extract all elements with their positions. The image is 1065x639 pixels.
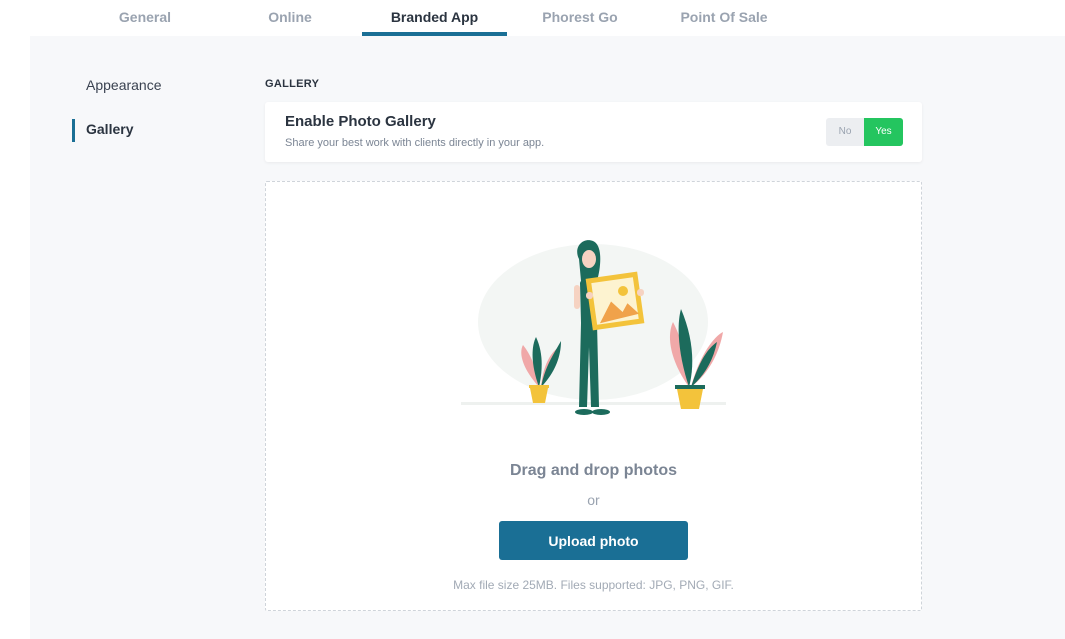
- or-text: or: [587, 492, 600, 508]
- top-tab-bar: General Online Branded App Phorest Go Po…: [0, 0, 1065, 36]
- drag-drop-text: Drag and drop photos: [509, 462, 678, 479]
- upload-photo-button[interactable]: Upload photo: [499, 521, 688, 560]
- sidebar-item-gallery[interactable]: Gallery: [86, 121, 133, 137]
- card-subtitle: Share your best work with clients direct…: [285, 137, 545, 149]
- tab-point-of-sale[interactable]: Point Of Sale: [660, 0, 788, 36]
- settings-panel: Appearance Gallery GALLERY Enable Photo …: [30, 36, 1065, 639]
- toggle-no-option[interactable]: No: [826, 118, 864, 146]
- enable-gallery-card: Enable Photo Gallery Share your best wor…: [265, 102, 922, 162]
- sidebar-active-marker: [72, 119, 75, 142]
- photo-dropzone[interactable]: Drag and drop photos or Upload photo Max…: [265, 181, 922, 611]
- toggle-yes-option[interactable]: Yes: [864, 118, 903, 146]
- card-title: Enable Photo Gallery: [285, 113, 436, 130]
- section-title: GALLERY: [265, 78, 320, 90]
- tab-phorest-go[interactable]: Phorest Go: [527, 0, 633, 36]
- tab-general[interactable]: General: [103, 0, 187, 36]
- tab-online[interactable]: Online: [250, 0, 330, 36]
- gallery-illustration: [461, 240, 726, 415]
- gallery-toggle[interactable]: No Yes: [826, 118, 903, 146]
- sidebar-item-appearance[interactable]: Appearance: [86, 77, 162, 93]
- file-size-hint: Max file size 25MB. Files supported: JPG…: [453, 578, 734, 592]
- tab-branded-app[interactable]: Branded App: [362, 0, 507, 36]
